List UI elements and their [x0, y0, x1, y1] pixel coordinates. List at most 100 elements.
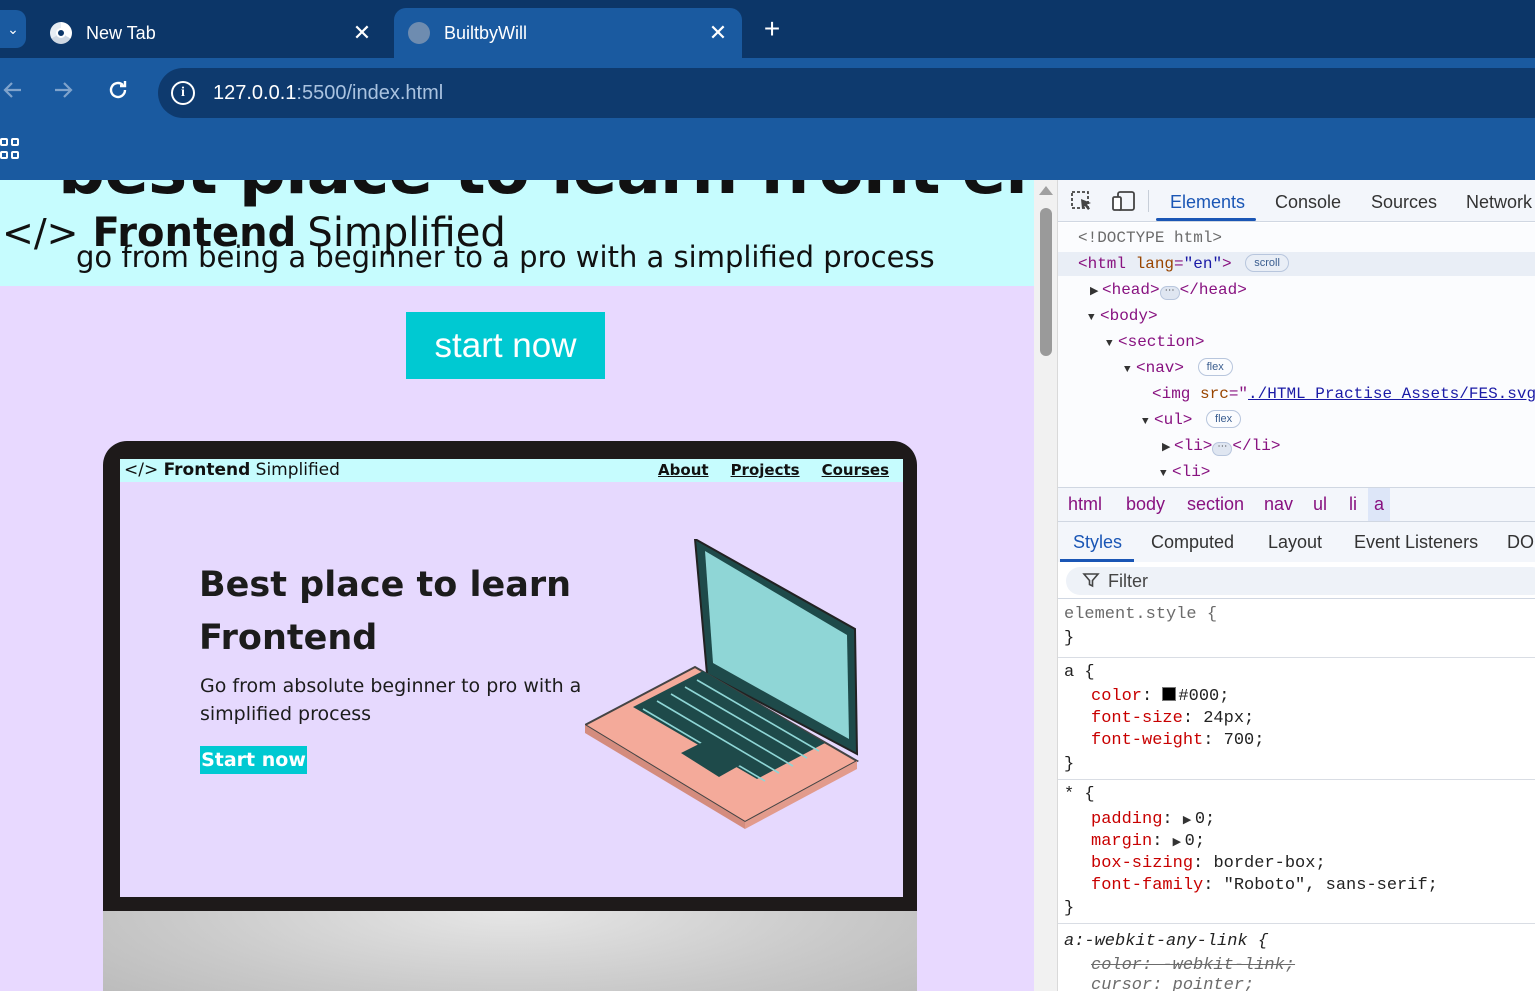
styles-filter-input[interactable]: Filter — [1066, 567, 1535, 595]
laptop-illustration — [585, 539, 860, 829]
preview-code-icon: </> — [124, 460, 159, 480]
dom-node-body[interactable]: ▼ <body> — [1058, 304, 1535, 328]
declaration-font-family[interactable]: font-family: "Roboto", sans-serif; — [1091, 875, 1438, 897]
dom-node-li[interactable]: ▼ <li> — [1058, 460, 1535, 484]
close-icon[interactable]: ✕ — [348, 20, 376, 46]
declaration-margin[interactable]: margin: ▶ 0; — [1091, 831, 1205, 853]
tab-strip: ⌄ New Tab ✕ BuiltbyWill ✕ + — [0, 0, 1535, 58]
chrome-icon — [50, 22, 72, 44]
crumb-li[interactable]: li — [1349, 494, 1357, 515]
inspect-element-icon[interactable] — [1070, 190, 1094, 212]
dom-node-doctype[interactable]: <!DOCTYPE html> — [1058, 226, 1535, 250]
collapse-triangle-icon[interactable]: ▼ — [1160, 462, 1172, 486]
preview-link-projects: Projects — [730, 461, 800, 479]
apps-grid-icon[interactable] — [0, 138, 20, 160]
tab-layout[interactable]: Layout — [1268, 532, 1322, 553]
dom-node-li[interactable]: ▶ <li> ⋯ </li> — [1058, 434, 1535, 458]
declaration-color[interactable]: color: #000; — [1091, 686, 1229, 708]
tab-event-listeners[interactable]: Event Listeners — [1354, 532, 1478, 553]
tab-styles[interactable]: Styles — [1073, 532, 1122, 553]
active-tab-indicator — [1156, 218, 1256, 221]
dom-node-html[interactable]: <html lang="en"> scroll — [1058, 252, 1535, 276]
tag-text: <li> — [1172, 463, 1211, 481]
declaration-box-sizing[interactable]: box-sizing: border-box; — [1091, 853, 1326, 875]
declaration-font-weight[interactable]: font-weight: 700; — [1091, 730, 1264, 752]
crumb-body[interactable]: body — [1126, 494, 1165, 515]
scroll-thumb[interactable] — [1040, 208, 1052, 356]
flex-badge[interactable]: flex — [1197, 358, 1233, 376]
monitor-stand — [103, 911, 917, 991]
devtools-tabbar: Elements Console Sources Network — [1058, 180, 1535, 222]
monitor-screen: </> Frontend Simplified About Projects C… — [120, 459, 903, 897]
collapse-triangle-icon[interactable]: ▼ — [1142, 410, 1154, 434]
tab-builtbywill[interactable]: BuiltbyWill ✕ — [394, 8, 742, 58]
ellipsis-icon[interactable]: ⋯ — [1212, 442, 1233, 456]
attr-name: lang — [1135, 255, 1175, 273]
declaration-padding[interactable]: padding: ▶ 0; — [1091, 809, 1215, 831]
selector[interactable]: element.style { — [1064, 604, 1217, 626]
tag-text: <html — [1078, 255, 1127, 273]
tab-new-tab[interactable]: New Tab ✕ — [36, 8, 386, 58]
page-viewport: best place to learn front end </> Fronte… — [0, 180, 1034, 991]
preview-nav-links: About Projects Courses — [658, 461, 889, 479]
device-toolbar-icon[interactable] — [1112, 190, 1136, 212]
new-tab-button[interactable]: + — [756, 12, 788, 46]
dom-node-head[interactable]: ▶ <head> ⋯ </head> — [1058, 278, 1535, 302]
rule-user-agent: a:-webkit-any-link { color: -webkit-link… — [1058, 924, 1535, 991]
tag-text: <ul> — [1154, 411, 1193, 429]
url-host: 127.0.0.1 — [213, 81, 297, 104]
page-scrollbar[interactable] — [1034, 180, 1058, 991]
declaration-font-size[interactable]: font-size: 24px; — [1091, 708, 1254, 730]
preview-brand-light: Simplified — [255, 460, 340, 480]
tab-search-button[interactable]: ⌄ — [0, 10, 26, 48]
selector[interactable]: * { — [1064, 784, 1095, 806]
crumb-nav[interactable]: nav — [1264, 494, 1293, 515]
reload-button[interactable] — [103, 78, 133, 108]
crumb-section[interactable]: section — [1187, 494, 1244, 515]
flex-badge[interactable]: flex — [1206, 410, 1242, 428]
dom-tree: <!DOCTYPE html> <html lang="en"> scroll … — [1058, 223, 1535, 487]
collapse-triangle-icon[interactable]: ▼ — [1088, 306, 1100, 330]
collapse-triangle-icon[interactable]: ▼ — [1124, 358, 1136, 382]
info-icon[interactable]: i — [171, 81, 195, 105]
dom-node-ul[interactable]: ▼ <ul> flex — [1058, 408, 1535, 432]
tab-computed[interactable]: Computed — [1151, 532, 1234, 553]
dom-node-img[interactable]: <img src="./HTML Practise Assets/FES.svg — [1058, 382, 1535, 406]
monitor-image: </> Frontend Simplified About Projects C… — [103, 441, 917, 991]
attr-link[interactable]: ./HTML Practise Assets/FES.svg — [1248, 385, 1535, 403]
chevron-down-icon: ⌄ — [7, 20, 19, 37]
dom-node-nav[interactable]: ▼ <nav> flex — [1058, 356, 1535, 380]
attr-value: "en" — [1183, 255, 1223, 273]
preview-paragraph: Go from absolute beginner to pro with a … — [200, 675, 582, 725]
selector[interactable]: a:-webkit-any-link { — [1064, 931, 1268, 953]
crumb-a[interactable]: a — [1368, 488, 1391, 521]
scroll-badge[interactable]: scroll — [1245, 254, 1289, 272]
crumb-html[interactable]: html — [1068, 494, 1102, 515]
close-icon[interactable]: ✕ — [704, 20, 732, 46]
scroll-up-arrow-icon[interactable] — [1039, 186, 1053, 195]
tab-elements[interactable]: Elements — [1170, 192, 1245, 213]
doctype-text: <!DOCTYPE html> — [1078, 229, 1223, 247]
selector[interactable]: a { — [1064, 662, 1095, 684]
styles-subtabs: Styles Computed Layout Event Listeners D… — [1058, 522, 1535, 562]
collapse-triangle-icon[interactable]: ▼ — [1106, 332, 1118, 356]
address-bar[interactable]: i 127.0.0.1:5500/index.html — [158, 68, 1535, 118]
forward-button[interactable] — [48, 78, 78, 108]
divider — [1148, 190, 1149, 212]
expand-triangle-icon[interactable]: ▶ — [1162, 436, 1174, 460]
tag-text: </li> — [1232, 437, 1281, 455]
rule-element-style: element.style { } — [1058, 600, 1535, 658]
tab-console[interactable]: Console — [1275, 192, 1341, 213]
start-now-button[interactable]: start now — [406, 312, 605, 379]
crumb-ul[interactable]: ul — [1313, 494, 1327, 515]
color-swatch-icon[interactable] — [1162, 687, 1177, 701]
tab-dom[interactable]: DOM — [1507, 532, 1535, 553]
dom-node-section[interactable]: ▼ <section> — [1058, 330, 1535, 354]
ellipsis-icon[interactable]: ⋯ — [1159, 286, 1180, 300]
arrow-right-icon — [55, 82, 73, 98]
tag-text: <li> — [1174, 437, 1213, 455]
tab-sources[interactable]: Sources — [1371, 192, 1437, 213]
expand-triangle-icon[interactable]: ▶ — [1090, 280, 1102, 304]
back-button[interactable] — [0, 78, 28, 108]
tab-network[interactable]: Network — [1466, 192, 1532, 213]
